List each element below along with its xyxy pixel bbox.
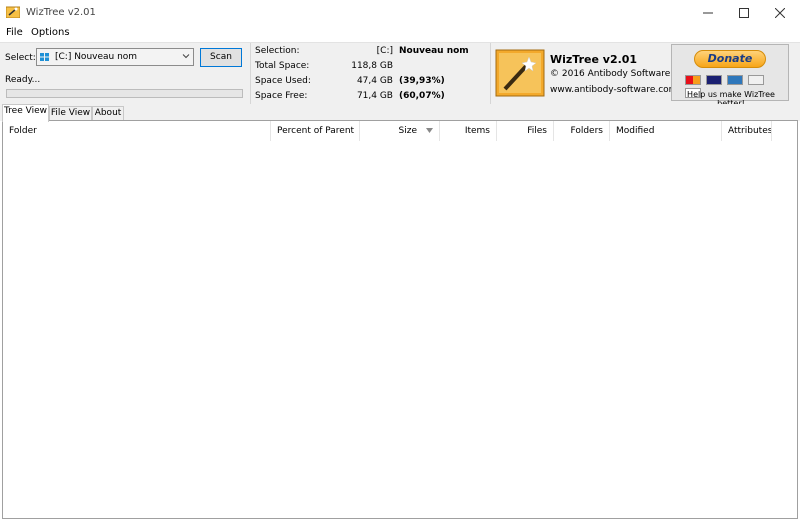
column-header-items[interactable]: Items: [440, 121, 497, 141]
discover-icon: [747, 75, 764, 85]
column-header-folder[interactable]: Folder: [3, 121, 271, 141]
maximize-icon: [739, 7, 749, 18]
brand-title: WizTree v2.01: [550, 53, 638, 66]
scan-progress-bar: [6, 89, 243, 98]
total-space-value: 118,8 GB: [351, 61, 393, 71]
amex-icon: [726, 75, 743, 85]
close-icon: [774, 7, 786, 18]
column-header-files[interactable]: Files: [497, 121, 554, 141]
menu-options[interactable]: Options: [31, 27, 70, 38]
tab-bar: Tree View File View About: [0, 104, 800, 122]
mastercard-icon: [685, 75, 701, 85]
close-button[interactable]: [762, 0, 798, 25]
column-header-size-label: Size: [398, 126, 417, 136]
chevron-down-icon: [182, 54, 190, 59]
window-title: WizTree v2.01: [26, 7, 96, 18]
sort-descending-icon: [426, 128, 433, 133]
maximize-button[interactable]: [726, 0, 762, 25]
menu-bar: File Options: [0, 25, 800, 42]
payment-cards: [685, 75, 777, 98]
drive-select-value: [C:] Nouveau nom: [55, 52, 138, 62]
column-header-percent-of-parent[interactable]: Percent of Parent: [271, 121, 360, 141]
status-text: Ready...: [5, 75, 41, 85]
space-used-value: 47,4 GB: [356, 76, 393, 86]
scan-button[interactable]: Scan: [200, 48, 242, 67]
menu-file[interactable]: File: [6, 27, 23, 38]
selection-name: Nouveau nom: [399, 46, 469, 56]
space-free-value: 71,4 GB: [356, 91, 393, 101]
wiztree-logo-icon[interactable]: [495, 49, 545, 97]
wiztree-app-icon: [6, 6, 20, 18]
divider: [490, 43, 491, 104]
tree-view-table[interactable]: Folder Percent of Parent Size Items File…: [2, 120, 798, 519]
brand-copyright: © 2016 Antibody Software: [550, 69, 671, 79]
brand-url-link[interactable]: www.antibody-software.com: [550, 85, 677, 95]
column-header-attributes[interactable]: Attributes: [722, 121, 772, 141]
tab-file-view[interactable]: File View: [49, 106, 92, 121]
column-header-modified[interactable]: Modified: [610, 121, 722, 141]
tab-tree-view[interactable]: Tree View: [2, 104, 49, 122]
minimize-button[interactable]: [690, 0, 726, 25]
divider: [250, 43, 251, 104]
windows-drive-icon: [40, 53, 49, 61]
donate-button[interactable]: Donate: [694, 50, 766, 68]
minimize-icon: [703, 12, 713, 13]
select-label: Select:: [5, 53, 36, 63]
space-used-percent: (39,93%): [399, 76, 445, 86]
donate-panel[interactable]: Donate Help us make WizTree better!: [671, 44, 789, 108]
visa-icon: [705, 75, 722, 85]
title-bar: WizTree v2.01: [0, 0, 800, 25]
space-free-percent: (60,07%): [399, 91, 445, 101]
column-header-size[interactable]: Size: [360, 121, 440, 141]
column-header-folders[interactable]: Folders: [554, 121, 610, 141]
selection-drive: [C:]: [376, 46, 393, 56]
tab-about[interactable]: About: [92, 106, 124, 121]
drive-select[interactable]: [C:] Nouveau nom: [36, 48, 194, 66]
toolbar: Select: [C:] Nouveau nom Scan Ready... S…: [0, 42, 800, 108]
